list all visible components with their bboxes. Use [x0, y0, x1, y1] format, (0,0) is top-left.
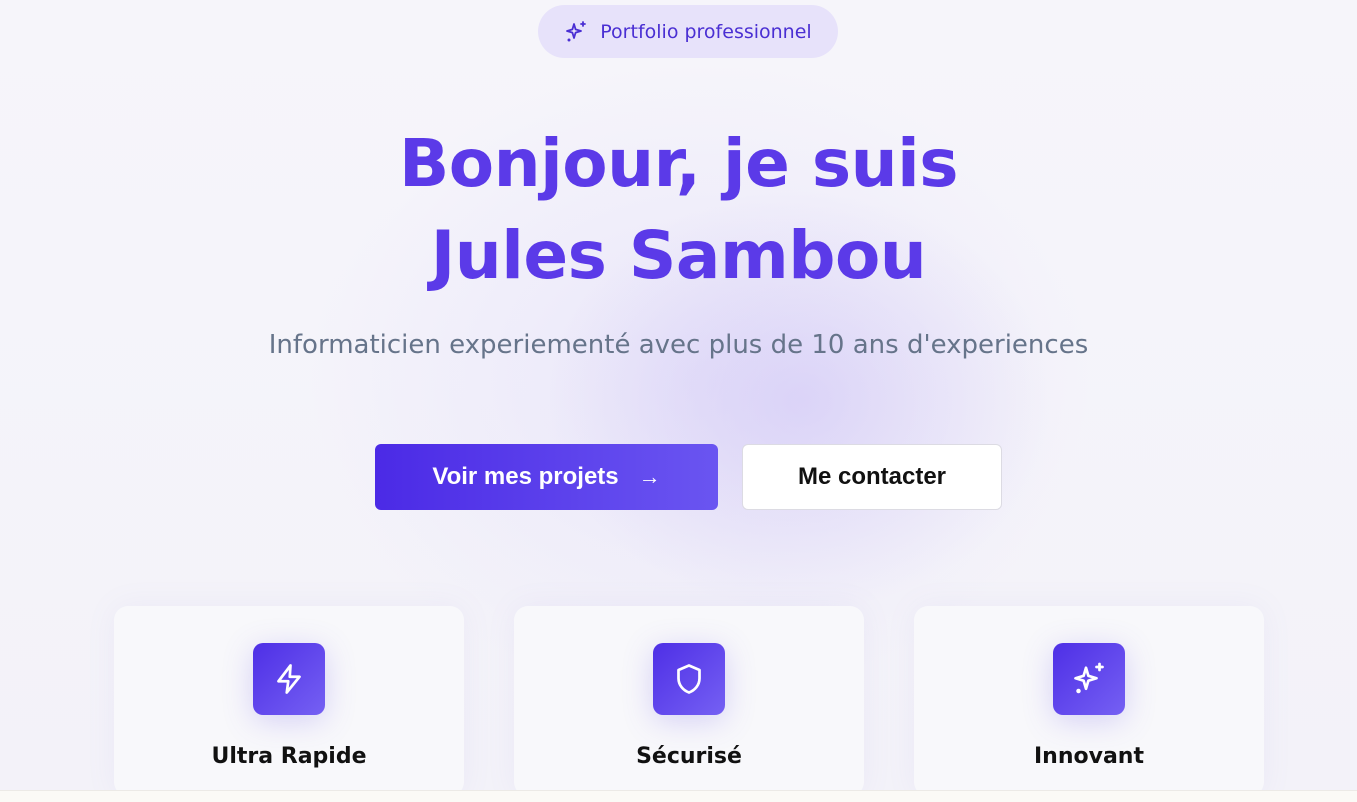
- feature-icon-box: [1053, 643, 1125, 715]
- feature-icon-box: [653, 643, 725, 715]
- contact-button[interactable]: Me contacter: [742, 444, 1002, 510]
- portfolio-badge: Portfolio professionnel: [538, 5, 838, 58]
- feature-card-fast: Ultra Rapide: [114, 606, 464, 796]
- hero-title-line-1: Bonjour, je suis: [398, 125, 959, 202]
- hero-subtitle: Informaticien experiementé avec plus de …: [268, 330, 1089, 360]
- feature-title: Sécurisé: [636, 744, 742, 769]
- sparkles-icon: [566, 20, 587, 41]
- feature-title: Innovant: [1034, 744, 1144, 769]
- lightning-icon: [277, 664, 301, 694]
- sparkles-icon: [1074, 662, 1104, 694]
- hero-title: Bonjour, je suis Jules Sambou: [0, 118, 1357, 302]
- contact-label: Me contacter: [797, 463, 947, 490]
- arrow-right-icon: →: [638, 464, 661, 489]
- feature-card-secure: Sécurisé: [514, 606, 864, 796]
- view-projects-label: Voir mes projets: [432, 463, 619, 490]
- bottom-edge: [0, 790, 1357, 802]
- feature-card-innovative: Innovant: [914, 606, 1264, 796]
- feature-icon-box: [253, 643, 325, 715]
- feature-title: Ultra Rapide: [211, 744, 367, 769]
- shield-icon: [677, 664, 701, 694]
- badge-label: Portfolio professionnel: [600, 20, 812, 43]
- hero-title-line-2: Jules Sambou: [430, 217, 927, 294]
- view-projects-button[interactable]: Voir mes projets →: [375, 444, 718, 510]
